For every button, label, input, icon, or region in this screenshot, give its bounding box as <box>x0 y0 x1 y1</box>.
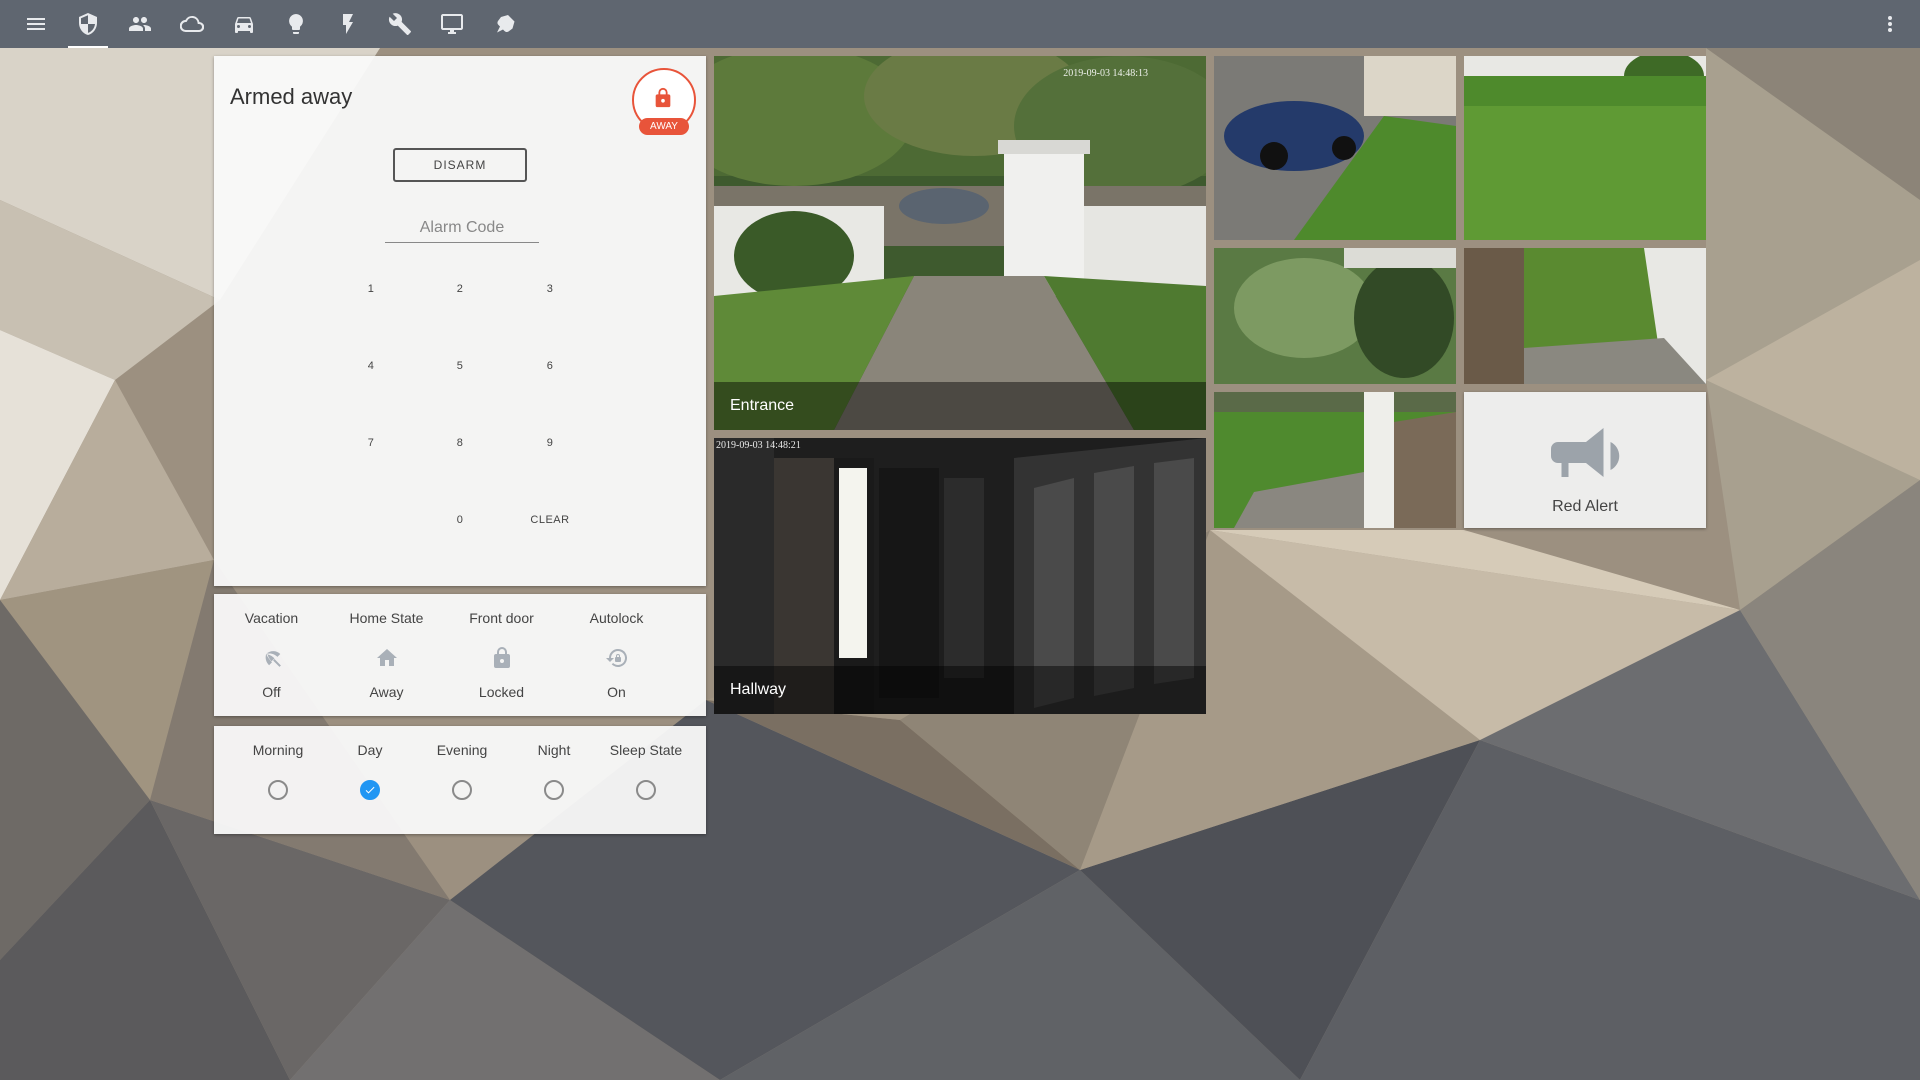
lock-icon <box>655 87 671 108</box>
mode-evening[interactable]: Evening <box>416 726 508 834</box>
camera-hallway[interactable]: 2019-09-03 14:48:21 Hallway <box>714 438 1206 714</box>
status-value: On <box>607 684 626 700</box>
camera-entrance[interactable]: 2019-09-03 14:48:13 Entrance <box>714 56 1206 430</box>
mode-morning[interactable]: Morning <box>232 726 324 834</box>
status-title: Vacation <box>244 610 299 626</box>
day-mode-card: Morning Day Evening Night Sleep State <box>214 726 706 834</box>
mode-radio[interactable] <box>636 780 656 800</box>
keypad-key-0[interactable]: 0 <box>420 500 500 540</box>
camera-garden[interactable] <box>1464 56 1706 240</box>
keypad-key-6[interactable]: 6 <box>510 346 590 386</box>
camera-deck[interactable] <box>1214 392 1456 528</box>
beach-icon <box>260 646 284 670</box>
more-vert-icon[interactable] <box>1878 12 1902 36</box>
alarm-panel-card: Armed away AWAY DISARM 1 2 3 4 5 6 7 8 9… <box>214 56 706 586</box>
people-icon[interactable] <box>114 0 166 48</box>
mode-radio[interactable] <box>360 780 380 800</box>
camera-porch[interactable] <box>1464 248 1706 384</box>
keypad-key-1[interactable]: 1 <box>331 269 411 309</box>
mode-night[interactable]: Night <box>508 726 600 834</box>
cloud-icon[interactable] <box>166 0 218 48</box>
camera-feed-image <box>1214 392 1456 528</box>
alarm-state-badge: AWAY <box>632 68 696 135</box>
mode-label: Sleep State <box>609 742 683 758</box>
keypad-key-9[interactable]: 9 <box>510 423 590 463</box>
lock-reset-icon <box>605 646 629 670</box>
status-front-door[interactable]: Front door Locked <box>444 594 559 716</box>
status-title: Autolock <box>589 610 644 626</box>
red-alert-label: Red Alert <box>1552 498 1618 515</box>
camera-feed-image <box>1214 56 1456 240</box>
camera-caption: Entrance <box>714 382 1206 430</box>
mode-day[interactable]: Day <box>324 726 416 834</box>
mode-radio[interactable] <box>268 780 288 800</box>
camera-feed-image <box>1464 248 1706 384</box>
alarm-state-title: Armed away <box>230 84 353 109</box>
status-value: Away <box>369 684 404 700</box>
status-title: Home State <box>349 610 424 626</box>
status-value: Locked <box>478 684 525 700</box>
check-icon <box>365 786 375 794</box>
mode-label: Day <box>357 742 383 758</box>
pin-icon[interactable] <box>478 0 530 48</box>
camera-timestamp: 2019-09-03 14:48:21 <box>716 440 801 451</box>
mode-label: Evening <box>436 742 488 758</box>
camera-bushes[interactable] <box>1214 248 1456 384</box>
camera-caption: Hallway <box>714 666 1206 714</box>
lightbulb-icon[interactable] <box>270 0 322 48</box>
status-home-state[interactable]: Home State Away <box>329 594 444 716</box>
mode-radio[interactable] <box>452 780 472 800</box>
alarm-code-input[interactable] <box>385 213 539 243</box>
home-status-card: Vacation Off Home State Away Front door … <box>214 594 706 716</box>
shield-icon[interactable] <box>62 0 114 48</box>
camera-timestamp: 2019-09-03 14:48:13 <box>1063 68 1148 79</box>
camera-feed-image <box>1464 56 1706 240</box>
mode-label: Morning <box>252 742 304 758</box>
status-autolock[interactable]: Autolock On <box>559 594 674 716</box>
monitor-icon[interactable] <box>426 0 478 48</box>
status-value: Off <box>262 684 281 700</box>
status-vacation[interactable]: Vacation Off <box>214 594 329 716</box>
keypad-key-7[interactable]: 7 <box>331 423 411 463</box>
keypad-key-3[interactable]: 3 <box>510 269 590 309</box>
lock-icon <box>490 646 514 670</box>
camera-driveway[interactable] <box>1214 56 1456 240</box>
keypad-key-8[interactable]: 8 <box>420 423 500 463</box>
flash-icon[interactable] <box>322 0 374 48</box>
mode-radio[interactable] <box>544 780 564 800</box>
menu-icon[interactable] <box>10 0 62 48</box>
wrench-icon[interactable] <box>374 0 426 48</box>
megaphone-icon <box>1551 428 1620 477</box>
home-icon <box>375 646 399 670</box>
mode-label: Night <box>537 742 571 758</box>
car-icon[interactable] <box>218 0 270 48</box>
mode-sleep-state[interactable]: Sleep State <box>600 726 692 834</box>
keypad-key-4[interactable]: 4 <box>331 346 411 386</box>
keypad-key-2[interactable]: 2 <box>420 269 500 309</box>
status-title: Front door <box>469 610 534 626</box>
camera-feed-image <box>1214 248 1456 384</box>
red-alert-button[interactable]: Red Alert <box>1464 392 1706 528</box>
disarm-button[interactable]: DISARM <box>393 148 527 182</box>
keypad-clear-button[interactable]: CLEAR <box>510 500 590 540</box>
keypad-key-5[interactable]: 5 <box>420 346 500 386</box>
top-navigation-bar <box>0 0 1920 48</box>
camera-feed-image <box>714 56 1206 430</box>
alarm-badge-label: AWAY <box>639 118 689 135</box>
